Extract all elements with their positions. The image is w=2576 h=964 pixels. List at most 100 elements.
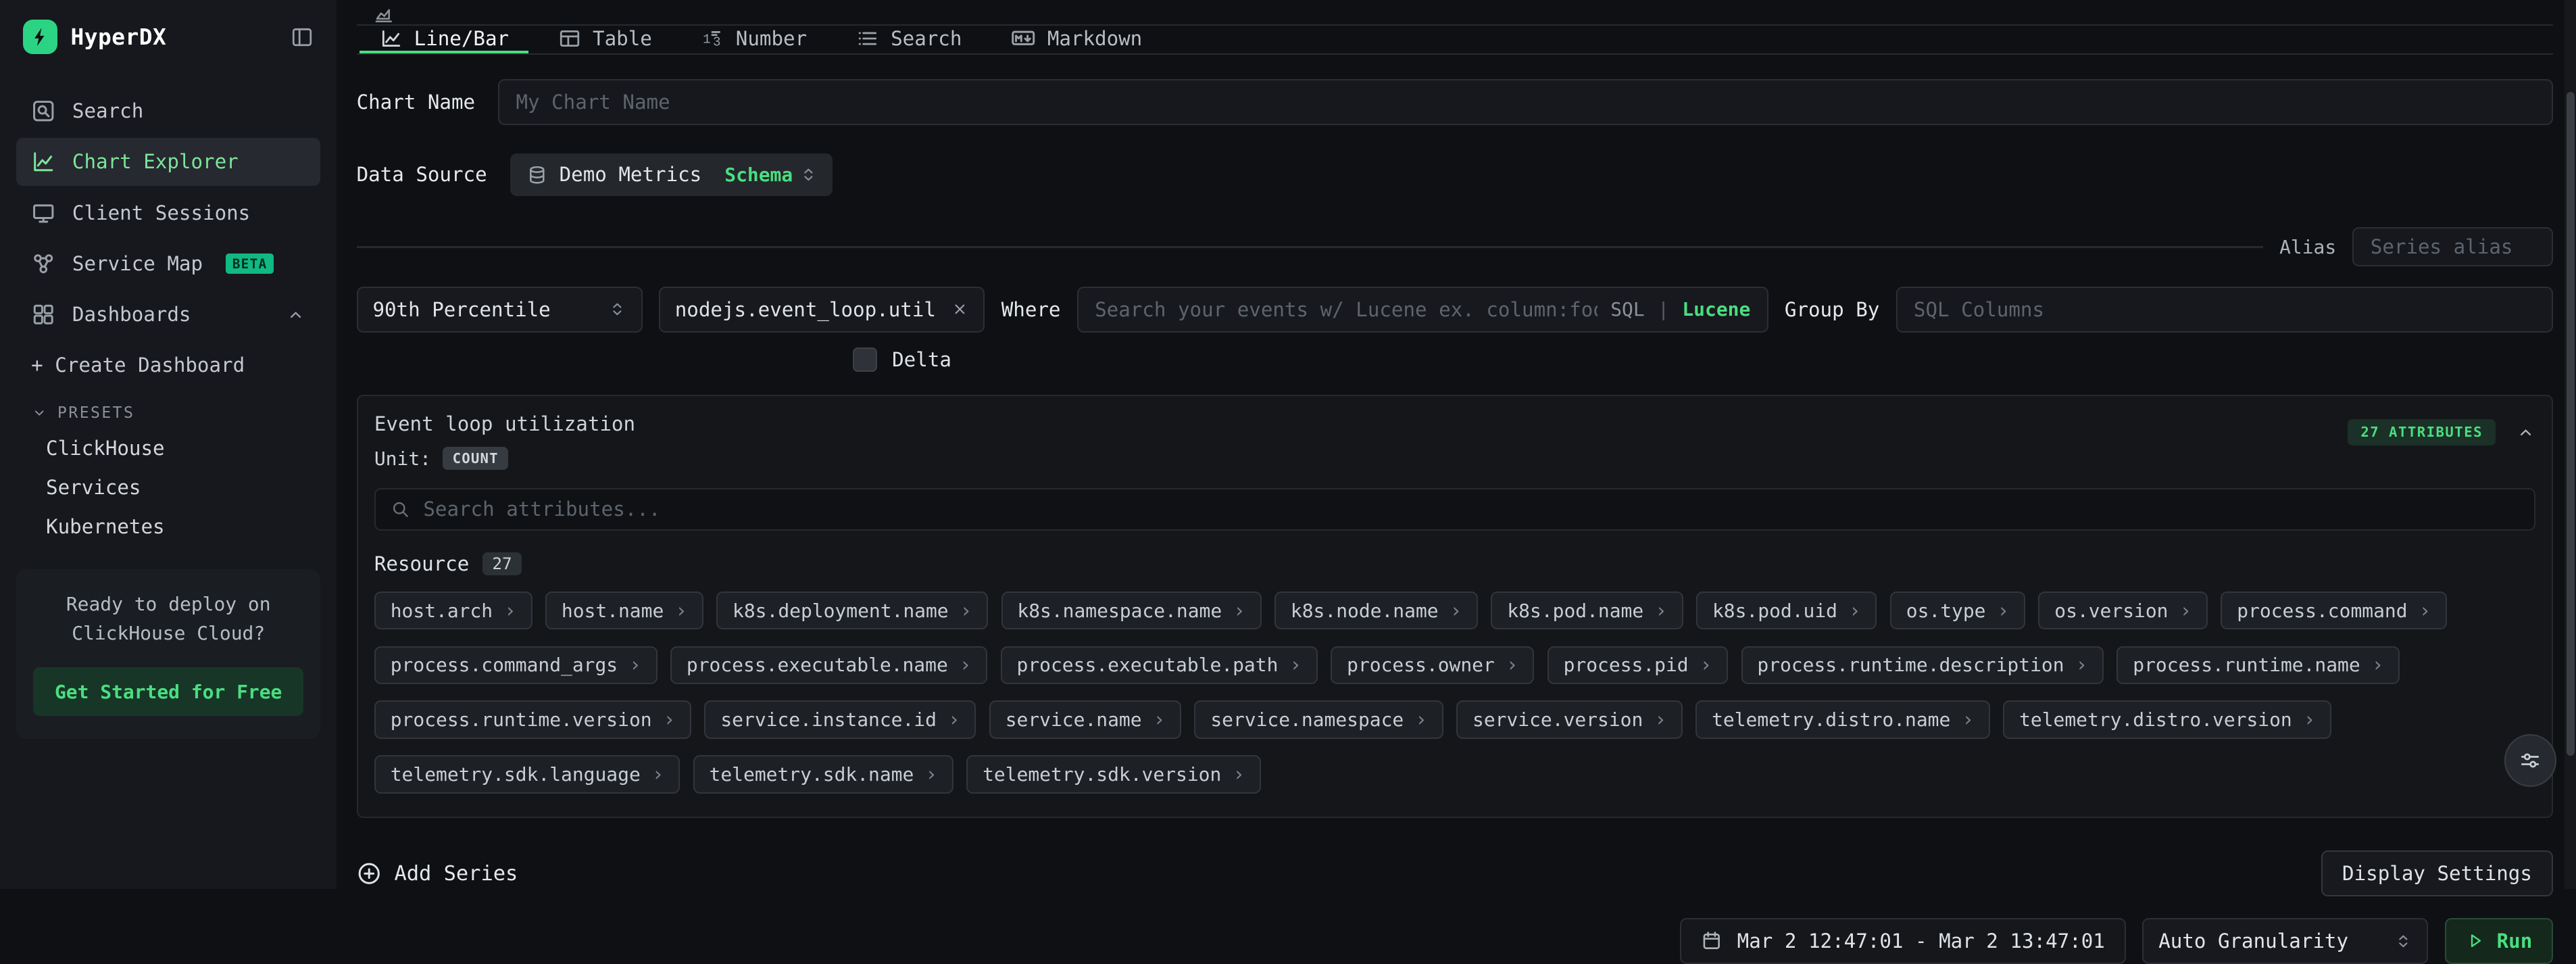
list-icon	[856, 27, 879, 50]
attribute-chip[interactable]: service.name	[989, 700, 1181, 738]
attribute-chip[interactable]: os.version	[2038, 592, 2208, 629]
attribute-name: host.name	[562, 600, 664, 622]
create-dashboard-button[interactable]: + Create Dashboard	[16, 339, 320, 391]
tab-search[interactable]: Search	[837, 26, 982, 53]
close-icon[interactable]	[951, 300, 969, 318]
preset-item[interactable]: ClickHouse	[16, 429, 320, 468]
attribute-name: os.version	[2054, 600, 2168, 622]
chart-export-icon[interactable]	[373, 3, 395, 25]
sidebar-item-service-map[interactable]: Service Map BETA	[16, 240, 320, 287]
filter-sliders-button[interactable]	[2504, 734, 2557, 787]
run-button[interactable]: Run	[2445, 918, 2553, 964]
group-by-input[interactable]	[1896, 287, 2553, 333]
preset-item[interactable]: Kubernetes	[16, 507, 320, 546]
sidebar-item-search[interactable]: Search	[16, 87, 320, 135]
alias-input[interactable]	[2352, 227, 2553, 266]
hyperdx-logo-icon	[23, 20, 57, 54]
tab-table[interactable]: Table	[539, 26, 672, 53]
data-source-label: Data Source	[357, 163, 487, 186]
get-started-button[interactable]: Get Started for Free	[33, 667, 303, 716]
chevrons-up-down-icon	[799, 166, 818, 184]
attribute-name: k8s.namespace.name	[1017, 600, 1222, 622]
where-label: Where	[1001, 298, 1061, 321]
attribute-chip[interactable]: k8s.pod.uid	[1696, 592, 1877, 629]
number-icon: 13	[701, 27, 724, 50]
attribute-chip[interactable]: process.runtime.name	[2116, 646, 2400, 684]
sql-mode-toggle[interactable]: SQL	[1610, 298, 1644, 320]
attribute-chip[interactable]: process.command	[2221, 592, 2447, 629]
attribute-chip[interactable]: service.namespace	[1194, 700, 1443, 738]
attribute-name: os.type	[1906, 600, 1986, 622]
time-range-picker[interactable]: Mar 2 12:47:01 - Mar 2 13:47:01	[1680, 918, 2126, 964]
lucene-mode-toggle[interactable]: Lucene	[1682, 298, 1750, 320]
sidebar-item-label: Dashboards	[72, 303, 191, 326]
tab-number[interactable]: 13 Number	[682, 26, 827, 53]
sidebar-item-label: Search	[72, 99, 143, 122]
attribute-chip[interactable]: k8s.deployment.name	[716, 592, 988, 629]
attribute-chip[interactable]: process.runtime.description	[1741, 646, 2104, 684]
tab-markdown[interactable]: Markdown	[991, 26, 1162, 53]
alias-row: Alias	[357, 227, 2554, 266]
data-source-value: Demo Metrics	[560, 163, 702, 186]
attribute-chip[interactable]: host.arch	[374, 592, 532, 629]
attribute-chip[interactable]: os.type	[1890, 592, 2025, 629]
attribute-chip[interactable]: process.command_args	[374, 646, 658, 684]
preset-item[interactable]: Services	[16, 468, 320, 507]
dashboards-grid-icon	[31, 302, 55, 327]
attribute-chip[interactable]: telemetry.sdk.language	[374, 755, 680, 793]
tab-line-bar[interactable]: Line/Bar	[360, 26, 528, 53]
collapse-sidebar-icon[interactable]	[291, 26, 314, 49]
attribute-chip[interactable]: k8s.node.name	[1274, 592, 1478, 629]
sidebar-nav: Search Chart Explorer Client Sessions Se…	[16, 87, 320, 339]
attribute-name: process.command_args	[391, 654, 618, 676]
attributes-search-input[interactable]	[423, 498, 2519, 521]
attribute-chip[interactable]: telemetry.distro.version	[2003, 700, 2331, 738]
resource-group-label: Resource	[374, 552, 469, 575]
attribute-chip[interactable]: telemetry.sdk.version	[966, 755, 1261, 793]
sidebar-item-client-sessions[interactable]: Client Sessions	[16, 189, 320, 237]
scrollbar-track[interactable]	[2565, 0, 2576, 889]
plus-circle-icon	[357, 861, 381, 886]
where-input[interactable]	[1095, 298, 1597, 321]
display-settings-button[interactable]: Display Settings	[2321, 850, 2553, 896]
attribute-name: process.runtime.name	[2133, 654, 2360, 676]
chevron-up-icon[interactable]	[2516, 423, 2535, 442]
schema-button[interactable]: Schema	[718, 164, 833, 186]
aggregation-select[interactable]: 90th Percentile	[357, 287, 643, 333]
attribute-chip[interactable]: process.runtime.version	[374, 700, 691, 738]
attribute-chip[interactable]: telemetry.sdk.name	[693, 755, 953, 793]
data-source-select[interactable]: Demo Metrics	[510, 163, 718, 186]
attribute-chip[interactable]: k8s.pod.name	[1491, 592, 1683, 629]
presets-header[interactable]: PRESETS	[16, 391, 320, 428]
app-window: HyperDX Search Chart Explorer	[0, 0, 2576, 889]
attribute-chip[interactable]: process.executable.name	[670, 646, 987, 684]
attribute-chip[interactable]: process.owner	[1331, 646, 1534, 684]
attribute-chip[interactable]: process.executable.path	[1001, 646, 1318, 684]
presets-label: PRESETS	[57, 404, 134, 422]
attribute-chip[interactable]: k8s.namespace.name	[1001, 592, 1262, 629]
delta-checkbox[interactable]	[853, 347, 877, 372]
granularity-select[interactable]: Auto Granularity	[2142, 918, 2428, 964]
data-source-control: Demo Metrics Schema	[510, 153, 833, 196]
aggregation-value: 90th Percentile	[372, 298, 550, 321]
attribute-chip[interactable]: service.version	[1456, 700, 1683, 738]
chevrons-up-down-icon	[2394, 932, 2412, 950]
chart-name-input[interactable]	[498, 79, 2553, 125]
attribute-name: telemetry.sdk.language	[391, 763, 641, 786]
logo-row: HyperDX	[16, 16, 320, 57]
svg-text:1: 1	[703, 32, 710, 47]
attribute-chip[interactable]: service.instance.id	[704, 700, 976, 738]
attribute-name: service.version	[1472, 708, 1643, 731]
attribute-chip[interactable]: host.name	[545, 592, 703, 629]
sidebar-item-dashboards[interactable]: Dashboards	[16, 291, 320, 338]
metric-chip[interactable]: nodejs.event_loop.util	[659, 287, 985, 333]
sidebar-item-chart-explorer[interactable]: Chart Explorer	[16, 138, 320, 185]
attribute-chip[interactable]: telemetry.distro.name	[1695, 700, 1990, 738]
attribute-chip[interactable]: process.pid	[1547, 646, 1728, 684]
add-series-button[interactable]: Add Series	[357, 861, 518, 886]
attribute-name: telemetry.distro.version	[2019, 708, 2292, 731]
scrollbar-thumb[interactable]	[2567, 92, 2575, 756]
tab-label: Number	[736, 27, 807, 50]
chart-name-label: Chart Name	[357, 91, 476, 114]
attributes-panel: Event loop utilization Unit: COUNT 27 AT…	[357, 395, 2554, 818]
